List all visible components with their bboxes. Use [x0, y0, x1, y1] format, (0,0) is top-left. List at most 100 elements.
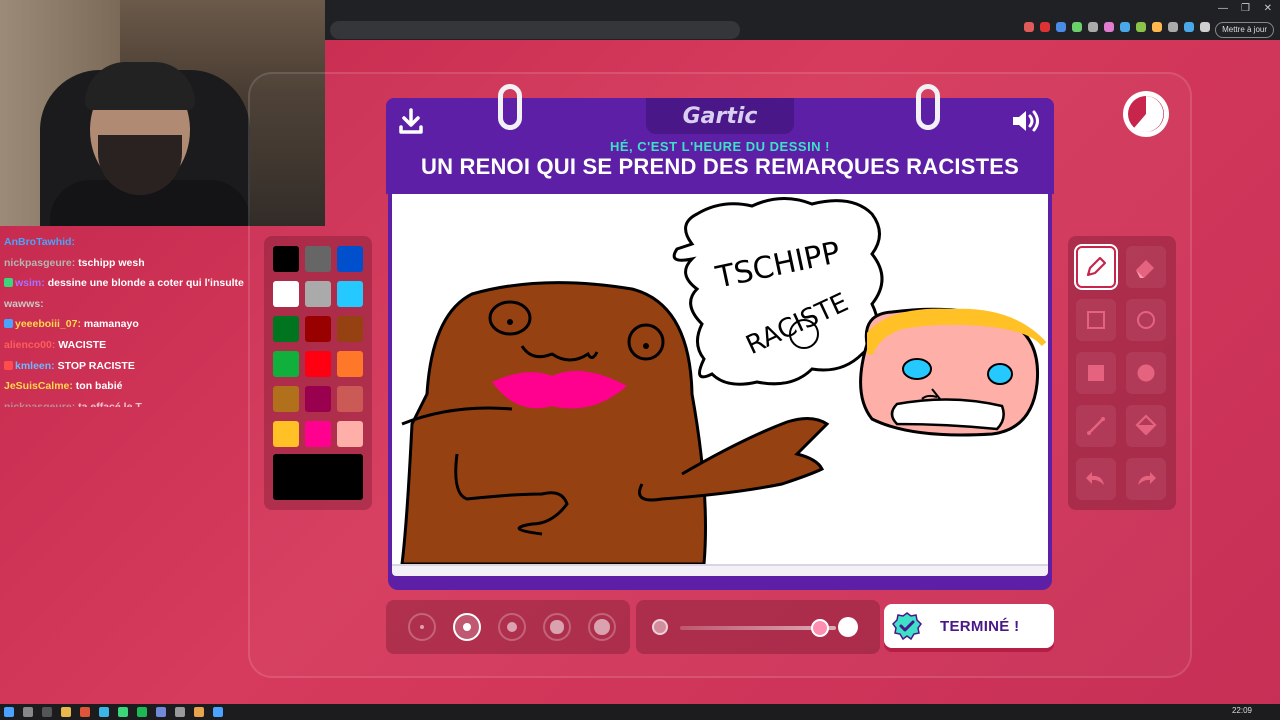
line-tool-button[interactable]: [1076, 405, 1116, 447]
color-swatch[interactable]: [305, 351, 331, 377]
discord-icon[interactable]: [156, 707, 166, 717]
opacity-thumb[interactable]: [811, 619, 830, 637]
extension-icon[interactable]: [1120, 22, 1130, 32]
color-swatch[interactable]: [337, 386, 363, 412]
chat-username[interactable]: wsim:: [15, 277, 45, 289]
chat-username[interactable]: AnBroTawhid:: [4, 236, 75, 248]
chat-username[interactable]: nickpasgeure:: [4, 401, 75, 407]
color-swatch[interactable]: [273, 351, 299, 377]
board-header: Gartic HÉ, C'EST L'HEURE DU DESSIN ! UN …: [386, 84, 1054, 194]
brush-size-dot: [506, 621, 518, 633]
redo-tool-button[interactable]: [1126, 458, 1166, 500]
brush-size-option[interactable]: [408, 613, 436, 641]
extension-icon[interactable]: [1056, 22, 1066, 32]
rectangle-outline-icon: [1087, 311, 1105, 329]
brush-size-option[interactable]: [543, 613, 571, 641]
done-button-label: TERMINÉ !: [940, 617, 1020, 635]
start-icon[interactable]: [4, 707, 14, 717]
chat-username[interactable]: JeSuisCalme:: [4, 380, 73, 392]
brush-size-option[interactable]: [498, 613, 526, 641]
fill-bucket-tool-button[interactable]: [1126, 405, 1166, 447]
circle-outline-tool-button[interactable]: [1126, 299, 1166, 341]
rectangle-outline-tool-button[interactable]: [1076, 299, 1116, 341]
color-swatch[interactable]: [273, 246, 299, 272]
extension-icon[interactable]: [1088, 22, 1098, 32]
rectangle-filled-tool-button[interactable]: [1076, 352, 1116, 394]
chat-message: wsim: dessine une blonde a coter qui l'i…: [4, 273, 262, 294]
chat-username[interactable]: wawws:: [4, 298, 44, 310]
restore-icon[interactable]: ❐: [1241, 3, 1250, 14]
pencil-tool-button[interactable]: [1076, 246, 1116, 288]
color-swatch[interactable]: [273, 386, 299, 412]
app-icon-3[interactable]: [213, 707, 223, 717]
undo-tool-button[interactable]: [1076, 458, 1116, 500]
color-swatch[interactable]: [337, 421, 363, 447]
extension-icon[interactable]: [1104, 22, 1114, 32]
gartic-logo: Gartic: [646, 98, 794, 134]
color-swatch[interactable]: [305, 281, 331, 307]
address-bar[interactable]: [330, 21, 740, 39]
chat-text: tschipp wesh: [78, 256, 145, 269]
timer-icon: [1123, 91, 1169, 137]
color-swatch[interactable]: [337, 351, 363, 377]
fill-bucket-icon: [1135, 414, 1157, 436]
browser-icon[interactable]: [80, 707, 90, 717]
minimize-icon[interactable]: —: [1218, 3, 1228, 14]
extension-icon[interactable]: [1168, 22, 1178, 32]
extension-icon[interactable]: [1184, 22, 1194, 32]
full-opacity-icon: [838, 617, 858, 637]
opacity-slider[interactable]: [636, 600, 880, 654]
extension-icon[interactable]: [1152, 22, 1162, 32]
color-swatch[interactable]: [305, 386, 331, 412]
extension-icon[interactable]: [1024, 22, 1034, 32]
extension-icon[interactable]: [1136, 22, 1146, 32]
app-icon[interactable]: [99, 707, 109, 717]
app-icon-2[interactable]: [194, 707, 204, 717]
search-icon[interactable]: [23, 707, 33, 717]
binder-ring-left: [498, 84, 522, 130]
obs-icon[interactable]: [175, 707, 185, 717]
color-swatch[interactable]: [337, 246, 363, 272]
brush-size-dot: [550, 620, 564, 634]
color-swatch[interactable]: [273, 421, 299, 447]
color-swatch[interactable]: [305, 421, 331, 447]
streamer-cap: [85, 62, 195, 110]
windows-taskbar: 22:09: [0, 704, 1280, 720]
drawing-prompt: UN RENOI QUI SE PREND DES REMARQUES RACI…: [421, 154, 1019, 179]
canvas-container: TSCHIPP RACISTE: [388, 192, 1052, 590]
drawing-canvas[interactable]: TSCHIPP RACISTE: [392, 194, 1048, 564]
circle-filled-tool-button[interactable]: [1126, 352, 1166, 394]
color-swatch[interactable]: [337, 281, 363, 307]
extension-icon[interactable]: [1040, 22, 1050, 32]
color-swatch[interactable]: [305, 316, 331, 342]
chat-username[interactable]: alienco00:: [4, 339, 55, 351]
chat-username[interactable]: yeeeboiii_07:: [15, 318, 81, 330]
color-swatch[interactable]: [273, 316, 299, 342]
color-swatch[interactable]: [273, 281, 299, 307]
color-swatch[interactable]: [337, 316, 363, 342]
done-button[interactable]: TERMINÉ !: [884, 604, 1054, 648]
sound-icon[interactable]: [1010, 106, 1042, 136]
taskbar-clock: 22:09: [1231, 706, 1252, 715]
brush-size-option[interactable]: [588, 613, 616, 641]
circle-outline-icon: [1137, 311, 1155, 329]
explorer-icon[interactable]: [61, 707, 71, 717]
spotify-icon[interactable]: [137, 707, 147, 717]
download-icon[interactable]: [396, 106, 426, 136]
close-icon[interactable]: ✕: [1264, 3, 1272, 14]
extension-icon[interactable]: [1072, 22, 1082, 32]
eraser-tool-button[interactable]: [1126, 246, 1166, 288]
brush-size-option[interactable]: [453, 613, 481, 641]
chat-username[interactable]: nickpasgeure:: [4, 257, 75, 269]
brush-size-selector: [386, 600, 630, 654]
extension-icon[interactable]: [1200, 22, 1210, 32]
brush-size-dot: [462, 622, 472, 632]
undo-icon: [1086, 472, 1104, 485]
chat-username[interactable]: kmleen:: [15, 360, 55, 372]
update-button[interactable]: Mettre à jour: [1215, 22, 1274, 38]
color-swatch[interactable]: [305, 246, 331, 272]
chat-badge-icon: [4, 278, 13, 288]
whatsapp-icon[interactable]: [118, 707, 128, 717]
low-opacity-icon: [652, 619, 668, 635]
taskview-icon[interactable]: [42, 707, 52, 717]
